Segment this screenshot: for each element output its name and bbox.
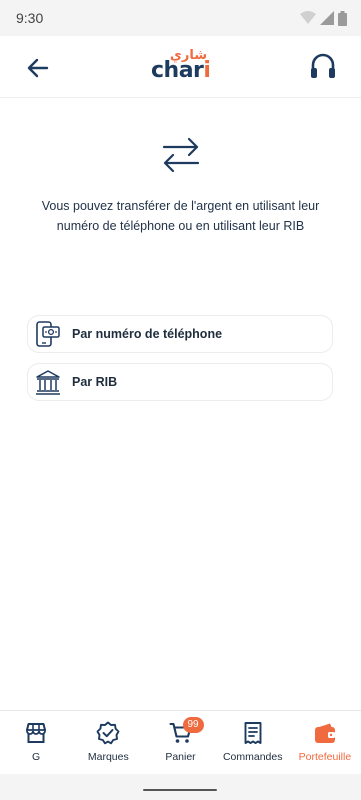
app-header: شاري chari bbox=[0, 36, 361, 98]
nav-label-marques: Marques bbox=[87, 751, 129, 763]
wallet-icon bbox=[314, 723, 335, 743]
receipt-icon bbox=[244, 722, 262, 744]
status-bar: 9:30 bbox=[0, 0, 361, 36]
verified-badge-icon bbox=[96, 721, 120, 745]
home-gesture-bar[interactable] bbox=[143, 789, 217, 791]
status-time: 9:30 bbox=[16, 10, 44, 26]
headset-icon bbox=[311, 53, 335, 78]
bottom-nav: G Marques 99 Panier Commandes Portefeuil… bbox=[0, 710, 361, 774]
chari-logo: شاري chari bbox=[151, 48, 211, 86]
system-gesture-area bbox=[0, 774, 361, 800]
nav-label-portefeuille: Portefeuille bbox=[298, 751, 352, 763]
nav-label-panier: Panier bbox=[165, 751, 196, 763]
back-button[interactable] bbox=[22, 52, 54, 84]
nav-item-portefeuille[interactable]: Portefeuille bbox=[289, 711, 361, 774]
nav-item-commandes[interactable]: Commandes bbox=[217, 711, 289, 774]
transfer-by-phone-option[interactable]: Par numéro de téléphone bbox=[27, 315, 333, 353]
store-icon bbox=[26, 723, 47, 743]
battery-icon bbox=[338, 10, 347, 26]
transfer-by-phone-label: Par numéro de téléphone bbox=[72, 327, 223, 341]
nav-item-store[interactable]: G bbox=[0, 711, 72, 774]
bank-icon bbox=[33, 368, 63, 396]
arrow-left-icon bbox=[27, 58, 49, 78]
cart-count-badge: 99 bbox=[182, 717, 204, 733]
wifi-icon bbox=[300, 11, 316, 24]
transfer-by-rib-option[interactable]: Par RIB bbox=[27, 363, 333, 401]
status-icons bbox=[300, 10, 347, 26]
phone-cash-icon bbox=[33, 320, 63, 348]
transfer-intro-text: Vous pouvez transférer de l'argent en ut… bbox=[41, 199, 320, 233]
nav-label-store: G bbox=[32, 751, 41, 763]
nav-item-marques[interactable]: Marques bbox=[72, 711, 144, 774]
transfer-by-rib-label: Par RIB bbox=[72, 375, 118, 389]
nav-item-panier[interactable]: 99 Panier bbox=[144, 711, 216, 774]
nav-label-commandes: Commandes bbox=[222, 751, 283, 763]
signal-icon bbox=[320, 11, 334, 25]
transfer-arrows-icon bbox=[162, 137, 200, 173]
logo-latin-text: chari bbox=[151, 58, 211, 83]
support-button[interactable] bbox=[307, 50, 339, 84]
